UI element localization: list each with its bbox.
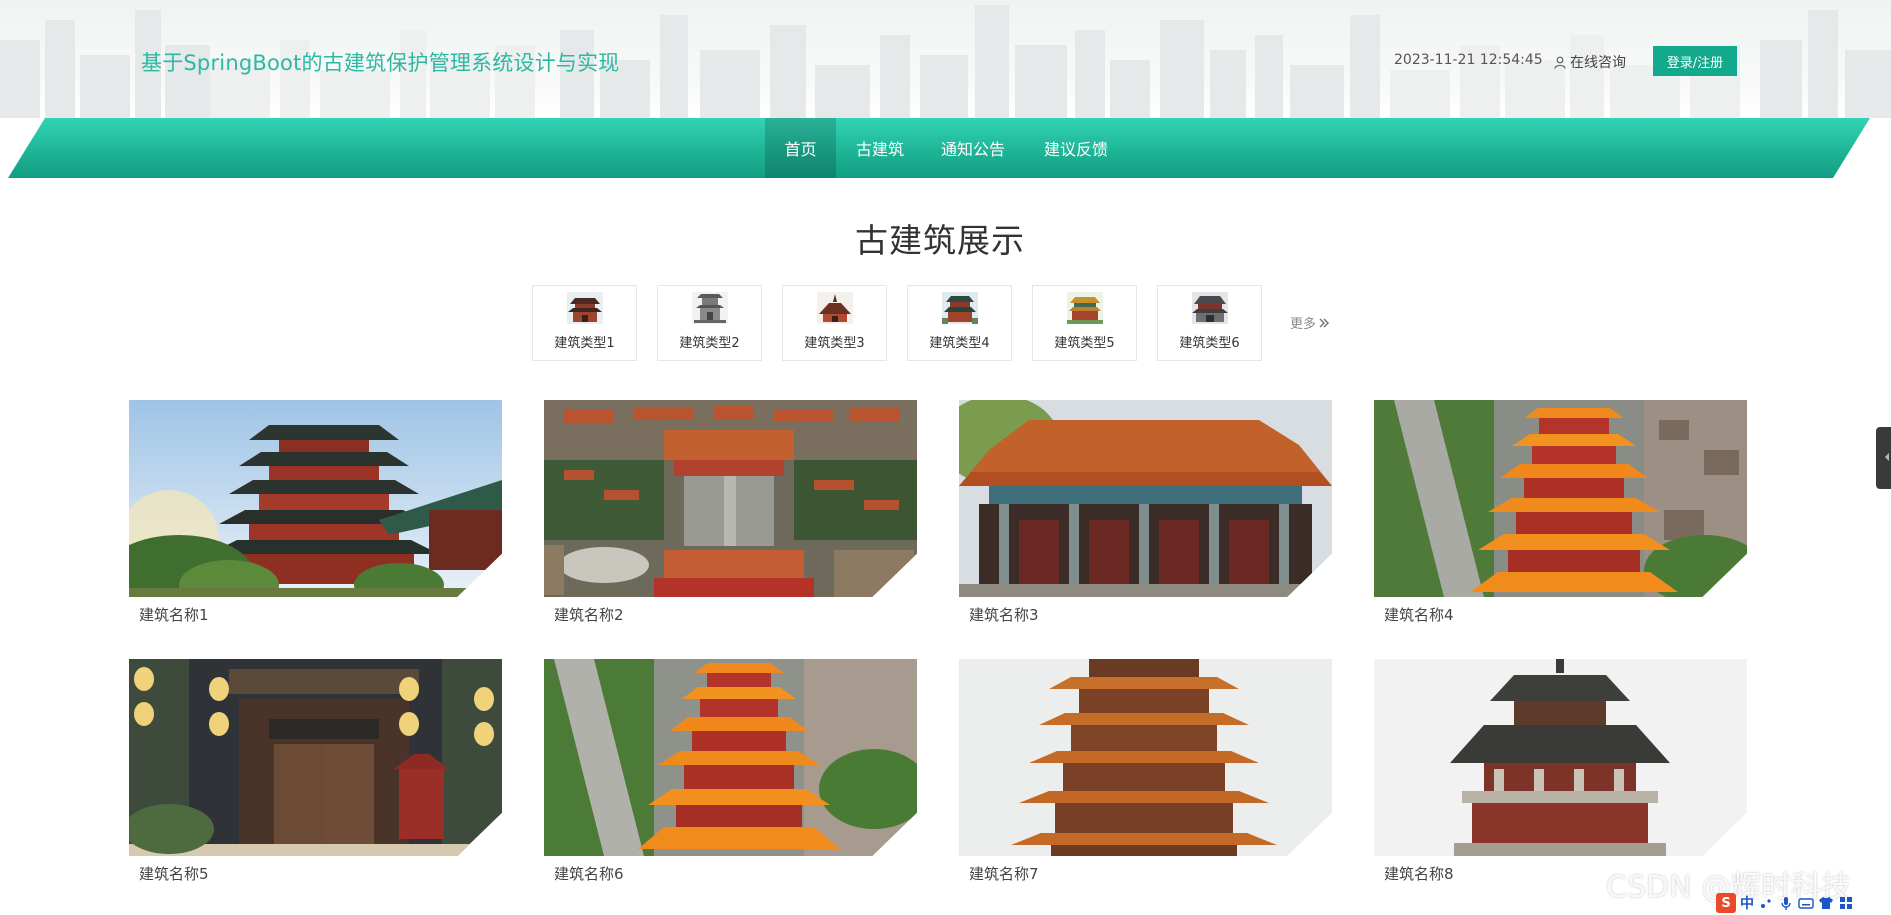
login-register-button[interactable]: 登录/注册	[1653, 46, 1737, 76]
building-image	[129, 659, 502, 856]
building-grid: 建筑名称1 建筑名称2 建筑名称3 建筑名称4 建筑名称5 建筑名称6 建筑名称…	[129, 400, 1747, 884]
keyboard-icon[interactable]	[1798, 895, 1814, 911]
online-consult-label: 在线咨询	[1570, 55, 1626, 71]
category-card[interactable]: 建筑类型3	[782, 285, 887, 361]
building-name: 建筑名称4	[1384, 606, 1454, 624]
building-name: 建筑名称1	[139, 606, 209, 624]
building-card[interactable]: 建筑名称3	[959, 400, 1332, 625]
building-image	[129, 400, 502, 597]
category-label: 建筑类型4	[929, 336, 990, 351]
site-header: 基于SpringBoot的古建筑保护管理系统设计与实现 2023-11-21 1…	[0, 0, 1891, 118]
user-icon	[1554, 56, 1566, 69]
building-image	[1374, 659, 1747, 856]
category-card[interactable]: 建筑类型5	[1032, 285, 1137, 361]
category-label: 建筑类型6	[1179, 336, 1240, 351]
building-card[interactable]: 建筑名称6	[544, 659, 917, 884]
shirt-icon[interactable]	[1818, 895, 1834, 911]
category-label: 建筑类型1	[554, 336, 615, 351]
nav-item-home[interactable]: 首页	[765, 118, 836, 178]
category-card[interactable]: 建筑类型2	[657, 285, 762, 361]
building-card[interactable]: 建筑名称8	[1374, 659, 1747, 884]
category-thumbnail	[566, 292, 603, 324]
category-list: 建筑类型1 建筑类型2 建筑类型3 建筑类型4 建筑类型5 建筑类型6	[532, 285, 1262, 361]
category-card[interactable]: 建筑类型4	[907, 285, 1012, 361]
building-card[interactable]: 建筑名称1	[129, 400, 502, 625]
building-name: 建筑名称3	[969, 606, 1039, 624]
category-label: 建筑类型2	[679, 336, 740, 351]
nav-item-feedback[interactable]: 建议反馈	[1022, 118, 1130, 178]
building-name: 建筑名称7	[969, 865, 1039, 883]
nav-items: 首页 古建筑 通知公告 建议反馈	[765, 118, 1130, 178]
double-chevron-right-icon	[1319, 317, 1330, 328]
category-label: 建筑类型5	[1054, 336, 1115, 351]
current-datetime: 2023-11-21 12:54:45	[1394, 52, 1543, 68]
building-image	[959, 659, 1332, 856]
building-card[interactable]: 建筑名称7	[959, 659, 1332, 884]
section-title: 古建筑展示	[855, 221, 1025, 260]
ime-toolbar[interactable]: S 中	[1716, 892, 1854, 914]
category-thumbnail	[691, 292, 728, 324]
nav-item-notices[interactable]: 通知公告	[924, 118, 1022, 178]
main-nav: 首页 古建筑 通知公告 建议反馈	[0, 118, 1891, 178]
category-card[interactable]: 建筑类型6	[1157, 285, 1262, 361]
building-card[interactable]: 建筑名称2	[544, 400, 917, 625]
category-thumbnail	[941, 292, 978, 324]
category-thumbnail	[1191, 292, 1228, 324]
grid-menu-icon[interactable]	[1838, 895, 1854, 911]
more-label: 更多	[1290, 317, 1317, 332]
ime-language-indicator[interactable]: 中	[1740, 893, 1754, 913]
site-title: 基于SpringBoot的古建筑保护管理系统设计与实现	[141, 51, 620, 75]
building-name: 建筑名称2	[554, 606, 624, 624]
building-name: 建筑名称5	[139, 865, 209, 883]
category-thumbnail	[1066, 292, 1103, 324]
category-thumbnail	[816, 292, 853, 324]
online-consult-link[interactable]: 在线咨询	[1554, 52, 1626, 72]
building-image	[1374, 400, 1747, 597]
microphone-icon[interactable]	[1778, 895, 1794, 911]
side-panel-toggle[interactable]	[1876, 427, 1891, 489]
building-name: 建筑名称6	[554, 865, 624, 883]
nav-item-buildings[interactable]: 古建筑	[836, 118, 924, 178]
category-label: 建筑类型3	[804, 336, 865, 351]
building-image	[544, 400, 917, 597]
more-categories-link[interactable]: 更多	[1290, 313, 1330, 332]
building-image	[959, 400, 1332, 597]
building-card[interactable]: 建筑名称4	[1374, 400, 1747, 625]
punctuation-icon[interactable]	[1758, 895, 1774, 911]
building-image	[544, 659, 917, 856]
building-card[interactable]: 建筑名称5	[129, 659, 502, 884]
ime-logo: S	[1716, 893, 1736, 913]
category-card[interactable]: 建筑类型1	[532, 285, 637, 361]
